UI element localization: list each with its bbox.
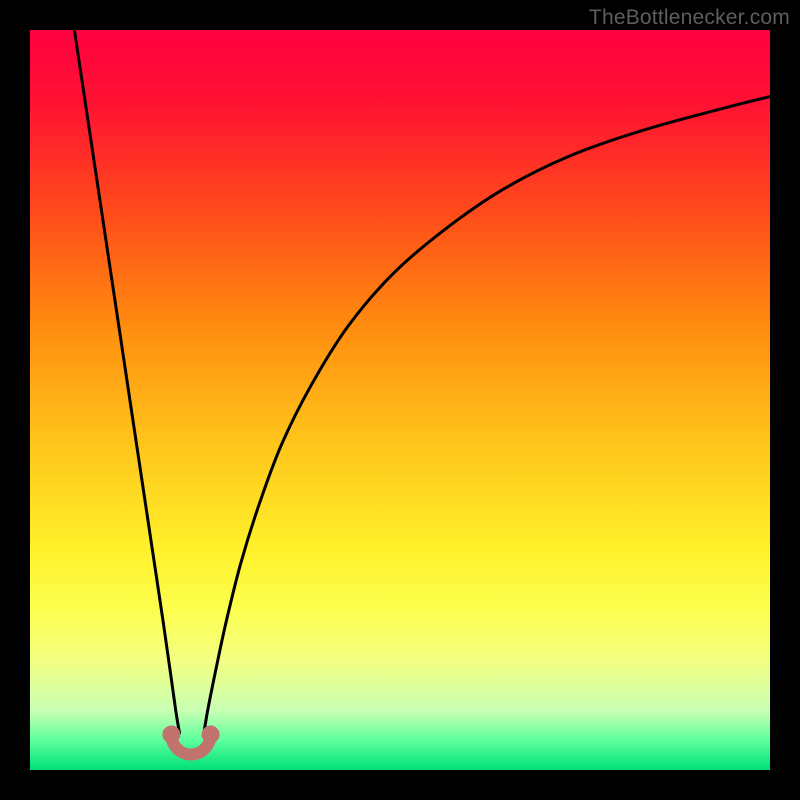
- watermark-label: TheBottlenecker.com: [589, 6, 790, 30]
- marker-cap-left: [162, 725, 180, 743]
- bottleneck-chart-svg: [30, 30, 770, 770]
- plot-area: [30, 30, 770, 770]
- marker-cap-right: [202, 725, 220, 743]
- gradient-background: [30, 30, 770, 770]
- chart-frame: TheBottlenecker.com: [0, 0, 800, 800]
